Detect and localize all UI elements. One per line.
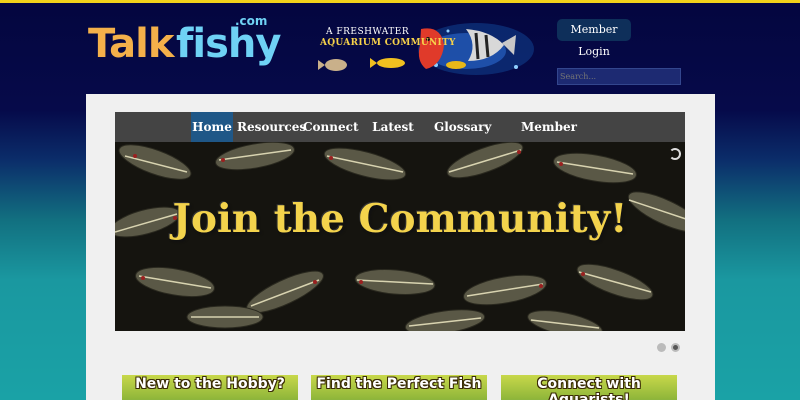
slider-dot-1[interactable] bbox=[657, 343, 666, 352]
card-find-perfect-fish[interactable]: Find the Perfect Fish bbox=[311, 375, 487, 400]
slider-dot-2[interactable] bbox=[671, 343, 680, 352]
loading-spinner-icon bbox=[669, 148, 681, 160]
hero-slideshow[interactable]: Join the Community! bbox=[115, 142, 685, 331]
card-connect-aquarists-label: Connect with Aquarists! bbox=[537, 376, 641, 400]
card-new-to-hobby-label: New to the Hobby? bbox=[135, 376, 285, 392]
main-nav: Home Resources Connect Latest Word Gloss… bbox=[115, 112, 685, 164]
card-find-perfect-fish-label: Find the Perfect Fish bbox=[316, 376, 482, 392]
nav-item-member-downloads[interactable]: Member Downloads bbox=[493, 112, 605, 164]
banner-line1: A FRESHWATER bbox=[326, 27, 410, 37]
slide-title: Join the Community! bbox=[172, 196, 628, 242]
card-connect-aquarists[interactable]: Connect with Aquarists! bbox=[501, 375, 677, 400]
nav-item-glossary[interactable]: Glossary bbox=[434, 112, 491, 142]
main-content-panel: Home Resources Connect Latest Word Gloss… bbox=[86, 94, 715, 400]
member-login-button[interactable]: Member Login bbox=[557, 19, 631, 58]
logo-com-text: .com bbox=[235, 14, 268, 28]
site-logo[interactable]: Talk fishy .com bbox=[88, 14, 281, 67]
search-input[interactable] bbox=[557, 68, 681, 85]
nav-item-home[interactable]: Home bbox=[191, 112, 233, 142]
nav-item-latest-word[interactable]: Latest Word bbox=[357, 112, 429, 164]
card-new-to-hobby[interactable]: New to the Hobby? bbox=[122, 375, 298, 400]
nav-item-resources[interactable]: Resources bbox=[237, 112, 306, 142]
header-banner: A FRESHWATER AQUARIUM COMMUNITY bbox=[316, 21, 538, 77]
nav-item-connect[interactable]: Connect bbox=[303, 112, 359, 142]
banner-line2: AQUARIUM COMMUNITY bbox=[320, 38, 456, 48]
logo-talk-text: Talk bbox=[88, 21, 174, 67]
